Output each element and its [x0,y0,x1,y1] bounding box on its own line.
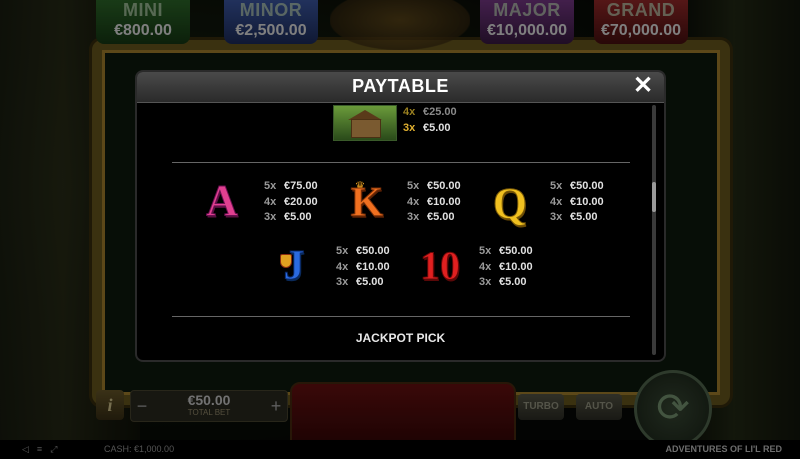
jackpot-pick-heading: JACKPOT PICK [355,331,446,345]
symbol-k-paylist: 5x €50.00 4x €10.00 3x €5.00 [407,179,461,226]
pay-count: 4x [550,195,563,208]
paylist-row: 4x €10.00 [336,260,390,276]
pay-amount: €5.00 [284,211,312,223]
paylist-row: 5x €50.00 [336,244,390,260]
pay-amount: €25.00 [423,106,457,118]
symbol-q-paylist: 5x €50.00 4x €10.00 3x €5.00 [550,179,604,226]
game-screen: MINI €800.00 MINOR €2,500.00 MAJOR €10,0… [0,0,800,459]
paylist-row: 4x €10.00 [550,195,604,211]
paylist-row: 5x €50.00 [407,179,461,195]
pay-amount: €10.00 [499,260,533,273]
section-divider [172,316,630,317]
pay-count: 4x [403,106,416,118]
pay-amount: €5.00 [423,121,451,134]
scrollbar-track[interactable] [652,105,656,355]
close-button[interactable]: ✕ [630,73,656,99]
cabin-symbol-image [333,105,397,141]
pay-amount: €5.00 [427,211,455,223]
paylist-row: 3x €5.00 [550,210,604,226]
pay-count: 3x [407,211,420,223]
pay-count: 3x [550,211,563,223]
pay-count: 3x [403,121,416,134]
paylist-row: 3x €5.00 [264,210,318,226]
paylist-row: 3x €5.00 [407,210,461,226]
pay-count: 5x [407,180,420,192]
pay-amount: €10.00 [356,260,390,273]
paytable-title: PAYTABLE [352,76,449,96]
symbol-10-paylist: 5x €50.00 4x €10.00 3x €5.00 [479,244,533,291]
paylist-row: 5x €50.00 [479,244,533,260]
paylist-row: 5x €75.00 [264,179,318,195]
pay-count: 3x [264,211,277,223]
pay-amount: €50.00 [499,245,533,257]
pay-amount: €5.00 [356,276,384,288]
scrollbar-thumb[interactable] [652,182,656,212]
section-divider [172,162,630,163]
paytable-modal: PAYTABLE ✕ 4x €25.00 3x €5.00 A 5x €75.00 4… [137,72,664,360]
cut-off-description [187,353,614,360]
pay-count: 4x [407,195,420,208]
pay-count: 4x [479,260,492,273]
paylist-row: 4x €10.00 [479,260,533,276]
pay-amount: €5.00 [570,211,598,223]
pay-amount: €75.00 [284,180,318,192]
pay-count: 4x [264,195,277,208]
symbol-10-icon: 10 [420,243,461,288]
pay-amount: €10.00 [570,195,604,208]
pay-amount: €20.00 [284,195,318,208]
paytable-header: PAYTABLE ✕ [137,72,664,103]
paylist-row: 4x €10.00 [407,195,461,211]
symbol-j-paylist: 5x €50.00 4x €10.00 3x €5.00 [336,244,390,291]
pay-amount: €50.00 [356,245,390,257]
pay-amount: €50.00 [427,180,461,192]
pay-count: 3x [479,276,492,288]
paylist-row: 3x €5.00 [403,121,457,137]
pay-amount: €10.00 [427,195,461,208]
pay-count: 5x [479,245,492,257]
pay-count: 3x [336,276,349,288]
pay-count: 5x [336,245,349,257]
pay-count: 5x [550,180,563,192]
paylist-row: 5x €50.00 [550,179,604,195]
symbol-a-icon: A [206,176,239,225]
paylist-row: 4x €20.00 [264,195,318,211]
symbol-j-icon: J [283,243,305,289]
cabin-paylist: 4x €25.00 3x €5.00 [403,105,457,136]
symbol-q-icon: Q [492,179,528,228]
pay-amount: €5.00 [499,276,527,288]
pay-count: 4x [336,260,349,273]
paylist-row: 4x €25.00 [403,105,457,121]
pay-amount: €50.00 [570,180,604,192]
symbol-k-icon: K [350,180,384,227]
paylist-row: 3x €5.00 [336,275,390,291]
symbol-a-paylist: 5x €75.00 4x €20.00 3x €5.00 [264,179,318,226]
pay-count: 5x [264,180,277,192]
close-icon: ✕ [632,72,654,99]
cabin-house [351,119,381,138]
paylist-row: 3x €5.00 [479,275,533,291]
